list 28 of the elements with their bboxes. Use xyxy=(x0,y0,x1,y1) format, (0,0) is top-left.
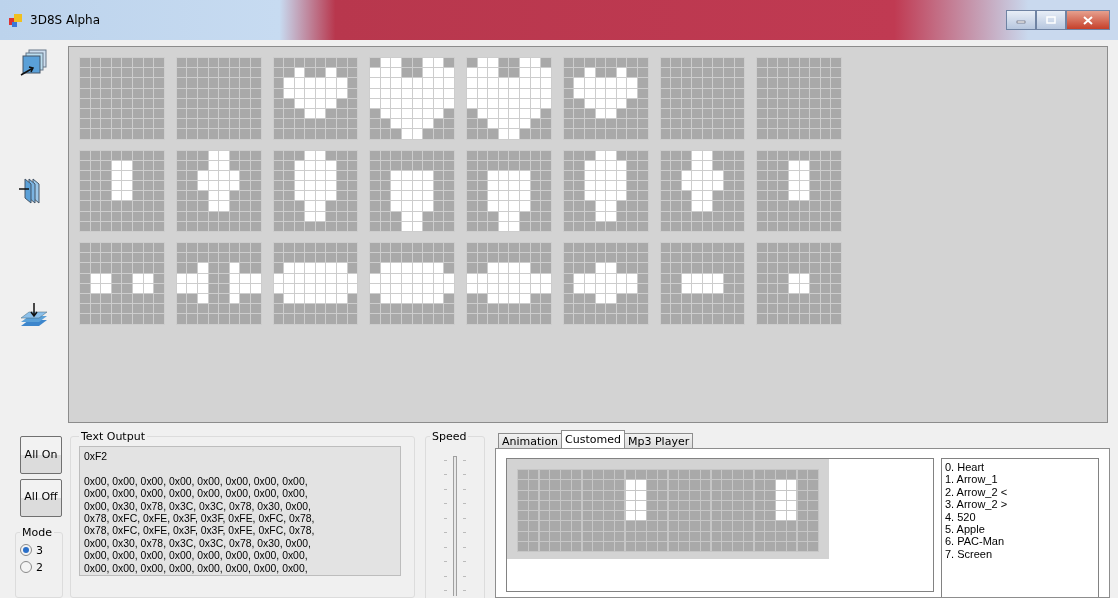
output-line: 0x00, 0x30, 0x78, 0x3C, 0x3C, 0x78, 0x30, 0x00, xyxy=(84,500,312,513)
list-item[interactable]: 0. Heart xyxy=(945,461,1095,474)
output-line: 0x78, 0xFC, 0xFE, 0x3F, 0x3F, 0xFE, 0xFC, 0x78, xyxy=(84,525,316,538)
radio-option[interactable]: 2 xyxy=(20,560,43,574)
output-line: 0x00, 0x00, 0x00, 0x00, 0x00, 0x00, 0x00, 0x00, xyxy=(84,475,309,489)
tab[interactable]: Animation xyxy=(498,433,563,448)
output-line: 0x00, 0x00, 0x00, 0x00, 0x00, 0x00, 0x00, 0x00, xyxy=(84,488,309,501)
toggle-button[interactable]: All On xyxy=(20,436,62,474)
group-label: Mode xyxy=(20,525,54,539)
output-line: 0x00, 0x30, 0x78, 0x3C, 0x3C, 0x78, 0x30, 0x00, xyxy=(84,537,312,551)
list-item[interactable]: 4. 520 xyxy=(945,510,1095,524)
group-label: Text Output xyxy=(79,430,147,443)
output-line: 0x00, 0x00, 0x00, 0x00, 0x00, 0x00, 0x00, 0x00, xyxy=(84,550,309,563)
list-item[interactable]: 6. PAC-Man xyxy=(945,535,1095,548)
tab[interactable]: Customed xyxy=(561,430,625,448)
window-title: 3D8S Alpha xyxy=(30,13,101,27)
list-item[interactable]: 3. Arrow_2 > xyxy=(945,498,1095,511)
output-line: 0xF2 xyxy=(84,451,109,464)
tab[interactable]: Mp3 Player xyxy=(624,433,694,448)
radio-option[interactable]: 3 xyxy=(20,543,43,557)
toggle-button[interactable]: All Off xyxy=(20,478,62,517)
list-item[interactable]: 2. Arrow_2 < xyxy=(945,485,1095,499)
list-item[interactable]: 1. Arrow_1 xyxy=(945,473,1095,486)
list-item[interactable]: 5. Apple xyxy=(945,523,1095,536)
list-item[interactable]: 7. Screen xyxy=(945,547,1095,561)
output-line: 0x78, 0xFC, 0xFE, 0x3F, 0x3F, 0xFE, 0xFC, 0x78, xyxy=(84,513,316,526)
output-line: 0x00, 0x00, 0x00, 0x00, 0x00, 0x00, 0x00, 0x00, xyxy=(84,562,309,576)
group-label: Speed xyxy=(430,430,469,443)
